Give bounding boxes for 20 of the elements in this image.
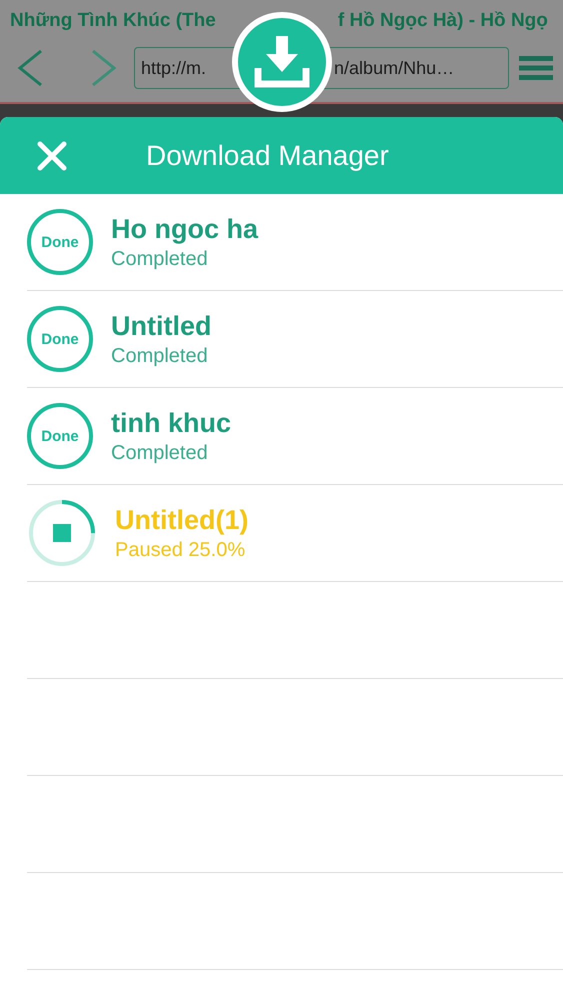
download-row[interactable]: Done tinh khuc Completed bbox=[27, 388, 563, 485]
download-name: Untitled(1) bbox=[115, 504, 248, 536]
download-name: Ho ngoc ha bbox=[111, 214, 258, 244]
download-row[interactable]: Done Untitled Completed bbox=[27, 291, 563, 388]
download-name: Untitled bbox=[111, 310, 212, 342]
download-row[interactable]: Done Ho ngoc ha Completed bbox=[27, 194, 563, 291]
sheet-title: Download Manager bbox=[146, 140, 389, 172]
download-status: Completed bbox=[111, 442, 209, 464]
stop-progress-icon[interactable] bbox=[27, 498, 97, 568]
download-status: Completed bbox=[111, 248, 209, 270]
page-title: f Hồ Ngọc Hà) - Hồ Ngọ bbox=[338, 10, 548, 32]
menu-icon[interactable] bbox=[519, 54, 553, 82]
close-icon[interactable] bbox=[36, 140, 68, 172]
done-badge: Done bbox=[27, 209, 93, 275]
download-name: tinh khuc bbox=[111, 408, 231, 438]
page-title: Những Tình Khúc (The bbox=[10, 10, 216, 32]
done-badge: Done bbox=[27, 403, 93, 469]
done-badge: Done bbox=[27, 306, 93, 372]
download-status: Paused 25.0% bbox=[115, 538, 246, 562]
download-status: Completed bbox=[111, 344, 209, 368]
